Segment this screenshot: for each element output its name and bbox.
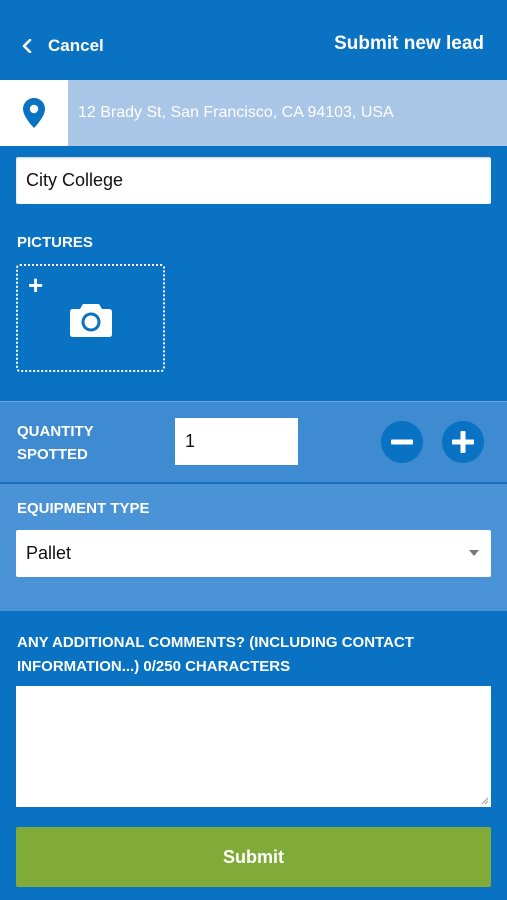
camera-icon <box>70 304 112 337</box>
top-bar: Cancel Submit new lead <box>0 0 507 80</box>
chevron-left-icon <box>22 39 32 53</box>
comments-label: ANY ADDITIONAL COMMENTS? (INCLUDING CONT… <box>17 634 414 675</box>
add-picture-button[interactable]: + <box>16 264 165 372</box>
minus-circle-icon <box>381 421 423 463</box>
location-bar[interactable]: 12 Brady St, San Francisco, CA 94103, US… <box>0 80 507 146</box>
comments-textarea[interactable] <box>16 686 491 807</box>
pictures-label: PICTURES <box>17 234 93 251</box>
lead-name-input[interactable] <box>16 157 491 204</box>
submit-button[interactable]: Submit <box>16 827 491 887</box>
resize-grip-icon[interactable] <box>481 797 489 805</box>
decrement-button[interactable] <box>381 421 423 463</box>
equipment-type-select[interactable]: Pallet <box>16 530 491 577</box>
map-pin-icon <box>23 98 45 128</box>
equipment-type-label: EQUIPMENT TYPE <box>17 500 150 517</box>
submit-lead-screen: Cancel Submit new lead 12 Brady St, San … <box>0 0 507 900</box>
plus-icon: + <box>28 270 44 300</box>
cancel-button[interactable]: Cancel <box>20 33 104 59</box>
increment-button[interactable] <box>442 421 484 463</box>
equipment-section: EQUIPMENT TYPE Pallet <box>0 484 507 611</box>
location-pin-button[interactable] <box>0 80 68 146</box>
location-address: 12 Brady St, San Francisco, CA 94103, US… <box>78 104 394 121</box>
quantity-section: QUANTITY SPOTTED <box>0 401 507 483</box>
plus-circle-icon <box>442 421 484 463</box>
dropdown-caret-icon <box>469 550 479 556</box>
quantity-input[interactable] <box>175 418 298 465</box>
quantity-label: QUANTITY SPOTTED <box>17 423 94 463</box>
page-title: Submit new lead <box>334 33 484 54</box>
cancel-label: Cancel <box>48 36 104 55</box>
equipment-type-value: Pallet <box>26 543 72 563</box>
